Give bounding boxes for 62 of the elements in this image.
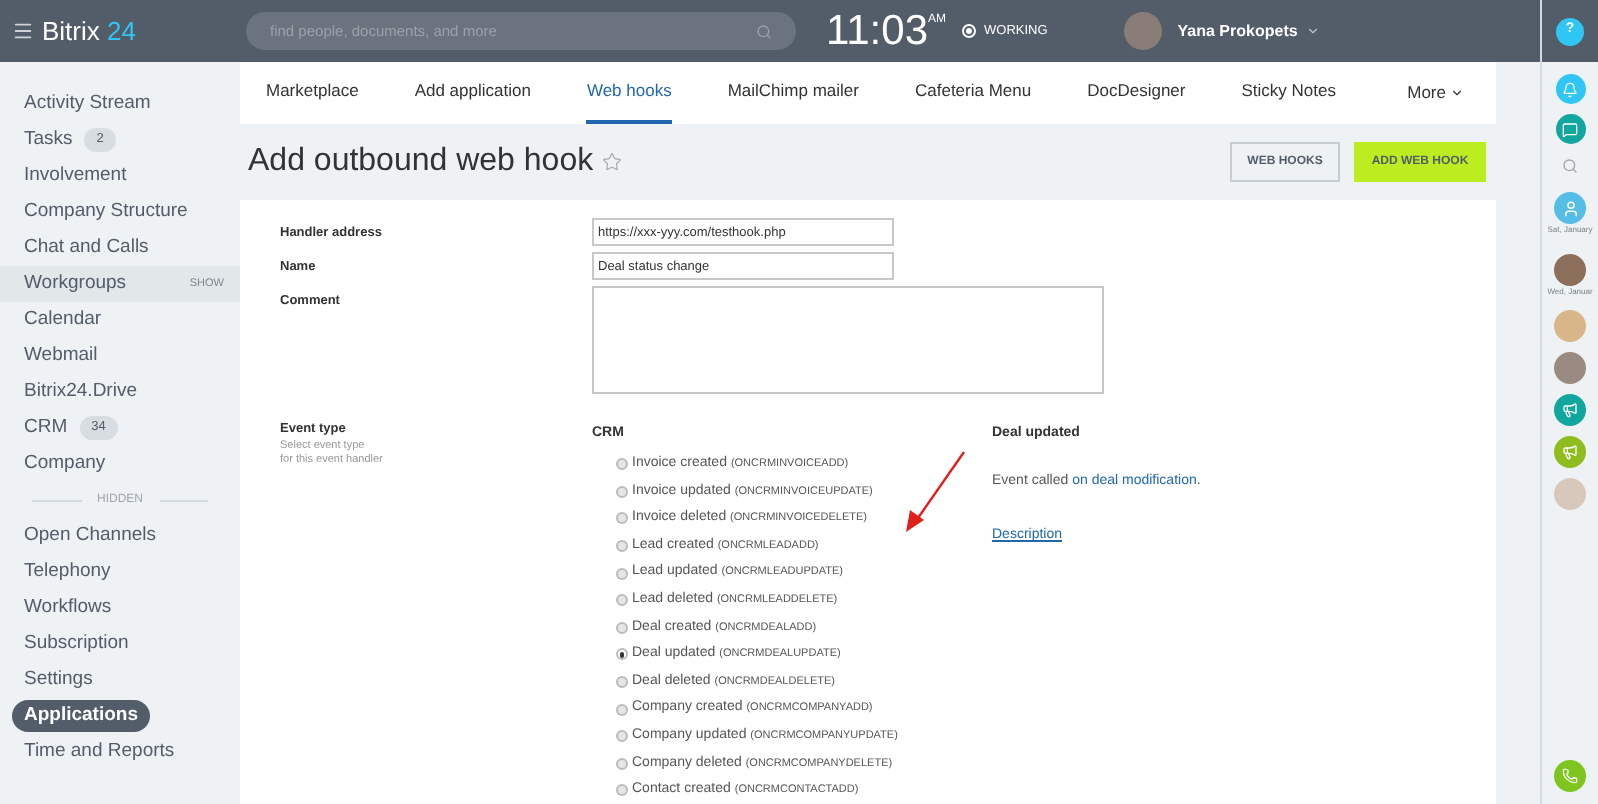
radio-button[interactable] bbox=[616, 648, 628, 661]
sidebar-item[interactable]: CRM bbox=[24, 413, 68, 443]
tab[interactable]: Cafeteria Menu bbox=[914, 62, 1032, 124]
sidebar-item[interactable]: Open Channels bbox=[24, 521, 157, 551]
tab[interactable]: Add application bbox=[414, 62, 531, 124]
sidebar-item[interactable]: Applications bbox=[12, 699, 151, 733]
sidebar-item[interactable]: Involvement bbox=[24, 161, 127, 191]
radio-button[interactable] bbox=[616, 512, 628, 525]
status-icon bbox=[962, 24, 976, 38]
radio-button[interactable] bbox=[616, 621, 628, 634]
sidebar-item[interactable]: Activity Stream bbox=[24, 89, 151, 119]
sidebar-item[interactable]: Company bbox=[24, 449, 106, 479]
sidebar-item[interactable]: Tasks bbox=[24, 125, 73, 155]
channel-icon[interactable] bbox=[1554, 436, 1586, 468]
sidebar-item[interactable]: Workgroups bbox=[24, 269, 127, 299]
sidebar-item[interactable]: Webmail bbox=[24, 341, 98, 371]
sidebar-item[interactable]: Calendar bbox=[24, 305, 102, 335]
sidebar-item[interactable]: Company Structure bbox=[24, 197, 188, 227]
sidebar-item[interactable]: Settings bbox=[24, 665, 93, 695]
radio-button[interactable] bbox=[616, 703, 628, 716]
search-icon[interactable] bbox=[756, 23, 772, 39]
contact-avatar[interactable] bbox=[1553, 254, 1586, 286]
radio-button[interactable] bbox=[616, 485, 628, 498]
radio-button[interactable] bbox=[616, 730, 628, 743]
menu-icon[interactable] bbox=[12, 20, 34, 42]
page-title: Add outbound web hook bbox=[248, 142, 594, 182]
tab[interactable]: DocDesigner bbox=[1087, 62, 1186, 124]
radio-button[interactable] bbox=[616, 784, 628, 797]
radio-button[interactable] bbox=[616, 594, 628, 607]
logo: Bitrix 24 bbox=[42, 13, 136, 50]
contact-avatar[interactable] bbox=[1554, 310, 1586, 342]
clock: 11:03$^{AM}$ bbox=[826, 10, 946, 52]
bell-icon[interactable] bbox=[1555, 74, 1585, 104]
user-avatar[interactable] bbox=[1123, 12, 1162, 50]
tab[interactable]: Web hooks bbox=[586, 62, 672, 124]
channel-icon[interactable] bbox=[1554, 394, 1586, 426]
caret-icon[interactable] bbox=[1450, 86, 1464, 100]
arrow-drawing bbox=[902, 450, 968, 534]
sidebar-item[interactable]: Bitrix24.Drive bbox=[24, 377, 137, 407]
radio-button[interactable] bbox=[616, 676, 628, 689]
star-icon[interactable] bbox=[601, 152, 622, 172]
sidebar-item[interactable]: Telephony bbox=[24, 557, 111, 587]
user-name[interactable]: Yana Prokopets bbox=[1177, 19, 1298, 43]
search-icon[interactable] bbox=[1562, 158, 1578, 174]
sidebar-item[interactable]: Time and Reports bbox=[24, 737, 175, 767]
contact-avatar[interactable] bbox=[1554, 352, 1586, 384]
tab[interactable]: Marketplace bbox=[266, 62, 359, 124]
tab[interactable]: MailChimp mailer bbox=[727, 62, 859, 124]
contact-avatar[interactable] bbox=[1554, 192, 1586, 224]
comment-field[interactable] bbox=[592, 286, 1104, 394]
radio-button[interactable] bbox=[616, 540, 628, 553]
sidebar-item[interactable]: Chat and Calls bbox=[24, 233, 149, 263]
radio-button[interactable] bbox=[616, 567, 628, 580]
chat-icon[interactable] bbox=[1555, 114, 1585, 144]
phone-button[interactable] bbox=[1554, 760, 1586, 792]
sidebar-item[interactable]: Workflows bbox=[24, 593, 112, 623]
phone-icon bbox=[1562, 768, 1578, 784]
radio-button[interactable] bbox=[616, 458, 628, 471]
radio-button[interactable] bbox=[616, 757, 628, 770]
tab[interactable]: Sticky Notes bbox=[1241, 62, 1336, 124]
more-tab[interactable]: More bbox=[1407, 62, 1446, 124]
sidebar-item[interactable]: Subscription bbox=[24, 629, 129, 659]
